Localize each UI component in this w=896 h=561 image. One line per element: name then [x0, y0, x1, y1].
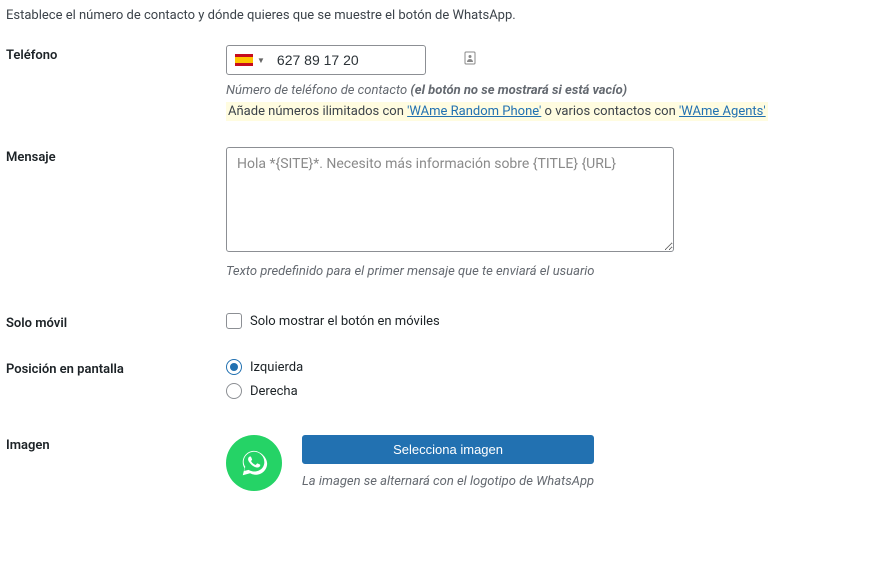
- image-help-text: La imagen se alternará con el logotipo d…: [302, 474, 594, 489]
- mobile-only-checkbox-row[interactable]: Solo mostrar el botón en móviles: [226, 313, 890, 329]
- field-row-position: Posición en pantalla Izquierda Derecha: [6, 359, 890, 407]
- whatsapp-icon: [239, 448, 269, 478]
- radio-left-label: Izquierda: [250, 360, 303, 375]
- phone-input-group: ▼: [226, 45, 426, 75]
- message-help-text: Texto predefinido para el primer mensaje…: [226, 264, 890, 279]
- contacts-icon: [464, 51, 482, 69]
- field-row-phone: Teléfono ▼ Número de teléfono de contact…: [6, 45, 890, 119]
- promo-bar: Añade números ilimitados con 'WAme Rando…: [226, 104, 890, 119]
- whatsapp-logo-preview: [226, 435, 282, 491]
- label-message: Mensaje: [6, 147, 226, 165]
- radio-right-label: Derecha: [250, 384, 298, 399]
- radio-right[interactable]: [226, 383, 242, 399]
- field-row-image: Imagen Selecciona imagen La imagen se al…: [6, 435, 890, 491]
- select-image-button[interactable]: Selecciona imagen: [302, 435, 594, 464]
- phone-help-text: Número de teléfono de contacto (el botón…: [226, 83, 890, 98]
- radio-left-row[interactable]: Izquierda: [226, 359, 890, 375]
- phone-input[interactable]: [271, 46, 464, 74]
- link-wame-agents[interactable]: 'WAme Agents': [679, 104, 766, 119]
- label-phone: Teléfono: [6, 45, 226, 63]
- flag-spain-icon: [235, 54, 253, 66]
- intro-text: Establece el número de contacto y dónde …: [6, 8, 890, 23]
- checkbox-mobile-only-label: Solo mostrar el botón en móviles: [250, 314, 440, 329]
- chevron-down-icon: ▼: [257, 56, 265, 65]
- label-image: Imagen: [6, 435, 226, 453]
- label-position: Posición en pantalla: [6, 359, 226, 377]
- message-textarea[interactable]: [226, 147, 674, 252]
- checkbox-mobile-only[interactable]: [226, 313, 242, 329]
- country-select-button[interactable]: ▼: [227, 46, 271, 74]
- radio-left[interactable]: [226, 359, 242, 375]
- link-wame-random-phone[interactable]: 'WAme Random Phone': [407, 104, 541, 119]
- radio-right-row[interactable]: Derecha: [226, 383, 890, 399]
- label-mobile-only: Solo móvil: [6, 313, 226, 331]
- field-row-mobile-only: Solo móvil Solo mostrar el botón en móvi…: [6, 313, 890, 331]
- field-row-message: Mensaje Texto predefinido para el primer…: [6, 147, 890, 285]
